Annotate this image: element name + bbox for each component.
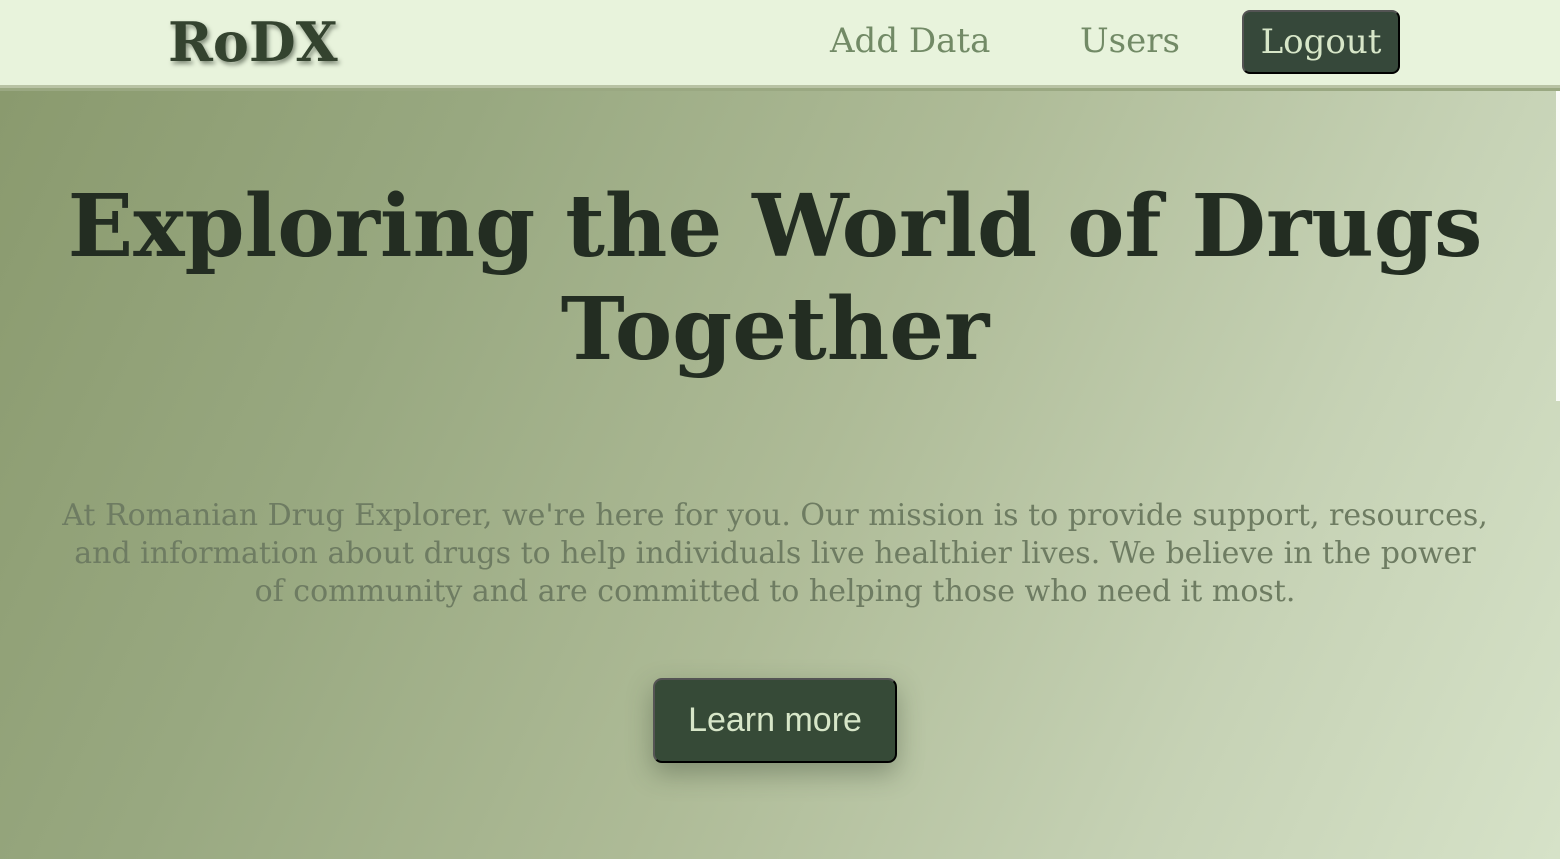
scrollbar[interactable] xyxy=(1556,91,1560,401)
site-logo[interactable]: RoDX xyxy=(168,10,338,74)
learn-more-button[interactable]: Learn more xyxy=(653,678,897,763)
navbar: RoDX Add Data Users Logout xyxy=(0,0,1560,88)
hero-section: Exploring the World of Drugs Together At… xyxy=(0,91,1560,859)
nav-link-add-data[interactable]: Add Data xyxy=(830,21,990,61)
logout-button[interactable]: Logout xyxy=(1242,10,1400,74)
hero-title: Exploring the World of Drugs Together xyxy=(67,176,1483,380)
hero-description: At Romanian Drug Explorer, we're here fo… xyxy=(62,498,1488,609)
nav-link-users[interactable]: Users xyxy=(1080,21,1180,61)
